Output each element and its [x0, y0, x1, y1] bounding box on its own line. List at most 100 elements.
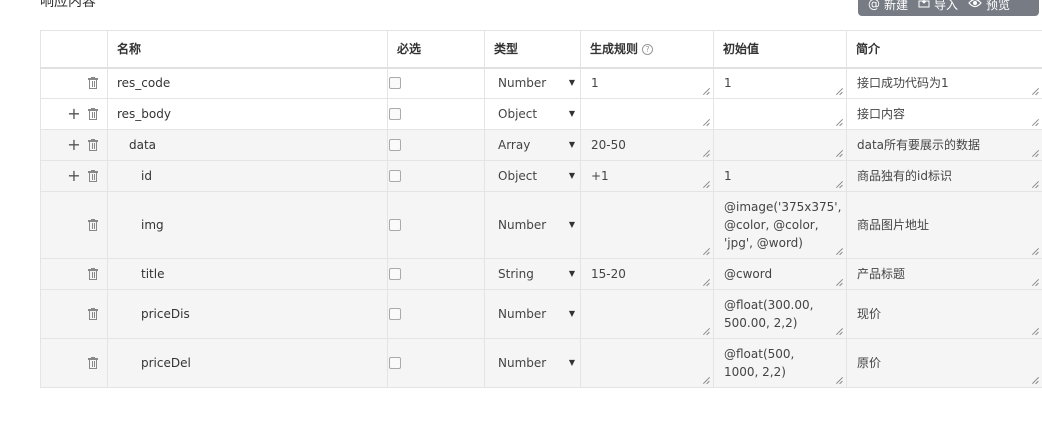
resize-grip-icon[interactable]	[1031, 278, 1039, 286]
initial-input[interactable]	[713, 129, 847, 161]
trash-icon[interactable]	[88, 77, 98, 90]
resize-grip-icon[interactable]	[702, 247, 710, 255]
initial-input[interactable]: @float(500, 1000, 2,2)	[713, 338, 847, 388]
name-cell[interactable]: priceDis	[107, 289, 388, 339]
rule-input[interactable]: 20-50	[580, 129, 714, 161]
header-rule-label: 生成规则	[590, 42, 639, 57]
initial-input[interactable]: 1	[713, 67, 847, 99]
resize-grip-icon[interactable]	[702, 149, 710, 157]
initial-value: 1	[724, 169, 732, 183]
type-value: Number	[498, 356, 547, 370]
type-select[interactable]: Array ▼	[484, 129, 581, 161]
resize-grip-icon[interactable]	[702, 376, 710, 384]
initial-input[interactable]: @image('375x375', @color, @color, 'jpg',…	[713, 191, 847, 259]
required-checkbox[interactable]	[389, 308, 401, 320]
desc-input[interactable]: data所有要展示的数据	[846, 129, 1042, 161]
type-select[interactable]: Number ▼	[484, 338, 581, 388]
rule-input[interactable]	[580, 338, 714, 388]
trash-icon[interactable]	[88, 219, 98, 231]
at-icon: @	[868, 0, 880, 11]
desc-input[interactable]: 接口成功代码为1	[846, 67, 1042, 99]
required-checkbox[interactable]	[389, 268, 401, 280]
desc-input[interactable]: 接口内容	[846, 98, 1042, 130]
type-select[interactable]: Number ▼	[484, 191, 581, 259]
name-cell[interactable]: img	[107, 191, 388, 259]
initial-input[interactable]: @float(300.00, 500.00, 2,2)	[713, 289, 847, 339]
initial-value: 1	[724, 76, 732, 91]
resize-grip-icon[interactable]	[835, 149, 843, 157]
name-cell[interactable]: title	[107, 258, 388, 290]
trash-icon[interactable]	[88, 108, 98, 120]
name-cell[interactable]: priceDel	[107, 338, 388, 388]
resize-grip-icon[interactable]	[835, 118, 843, 126]
type-select[interactable]: String ▼	[484, 258, 581, 290]
add-child-button[interactable]: +	[67, 168, 81, 184]
rule-value: 15-20	[591, 267, 626, 281]
type-select[interactable]: Number ▼	[484, 289, 581, 339]
trash-icon[interactable]	[88, 308, 98, 320]
rule-input[interactable]	[580, 289, 714, 339]
resize-grip-icon[interactable]	[1031, 118, 1039, 126]
resize-grip-icon[interactable]	[835, 278, 843, 286]
resize-grip-icon[interactable]	[835, 180, 843, 188]
header-ops	[40, 30, 108, 69]
section-title: 响应内容	[40, 0, 96, 10]
resize-grip-icon[interactable]	[835, 87, 843, 95]
add-child-button[interactable]: +	[67, 137, 81, 153]
desc-input[interactable]: 商品图片地址	[846, 191, 1042, 259]
desc-input[interactable]: 现价	[846, 289, 1042, 339]
desc-input[interactable]: 原价	[846, 338, 1042, 388]
table-row: + res_body Object ▼ 接口内容	[40, 98, 1042, 130]
resize-grip-icon[interactable]	[1031, 247, 1039, 255]
table-row: + id Object ▼ +1 1 商品独有的id标识	[40, 160, 1042, 192]
initial-input[interactable]: @cword	[713, 258, 847, 290]
resize-grip-icon[interactable]	[702, 327, 710, 335]
resize-grip-icon[interactable]	[1031, 376, 1039, 384]
response-params-table: 名称 必选 类型 生成规则? 初始值 简介 res_code Number ▼ 1 1 接…	[40, 30, 1042, 388]
desc-input[interactable]: 产品标题	[846, 258, 1042, 290]
required-checkbox[interactable]	[389, 357, 401, 369]
help-icon[interactable]: ?	[642, 44, 654, 56]
initial-input[interactable]	[713, 98, 847, 130]
required-checkbox[interactable]	[389, 139, 401, 151]
resize-grip-icon[interactable]	[835, 376, 843, 384]
preview-button[interactable]: 预览	[958, 0, 1010, 16]
type-select[interactable]: Object ▼	[484, 160, 581, 192]
trash-icon[interactable]	[88, 268, 98, 280]
import-button[interactable]: 导入	[908, 0, 958, 16]
initial-value: @float(300.00, 500.00, 2,2)	[724, 298, 814, 330]
new-button[interactable]: @ 新建	[858, 0, 908, 16]
resize-grip-icon[interactable]	[835, 327, 843, 335]
resize-grip-icon[interactable]	[702, 118, 710, 126]
caret-down-icon: ▼	[568, 358, 575, 368]
name-cell[interactable]: res_code	[107, 67, 388, 99]
resize-grip-icon[interactable]	[835, 247, 843, 255]
required-checkbox[interactable]	[389, 108, 401, 120]
name-cell[interactable]: res_body	[107, 98, 388, 130]
type-select[interactable]: Number ▼	[484, 67, 581, 99]
resize-grip-icon[interactable]	[1031, 87, 1039, 95]
name-cell[interactable]: id	[107, 160, 388, 192]
resize-grip-icon[interactable]	[702, 87, 710, 95]
rule-input[interactable]: +1	[580, 160, 714, 192]
trash-icon[interactable]	[88, 357, 98, 369]
resize-grip-icon[interactable]	[1031, 180, 1039, 188]
resize-grip-icon[interactable]	[702, 180, 710, 188]
initial-input[interactable]: 1	[713, 160, 847, 192]
trash-icon[interactable]	[88, 139, 98, 151]
type-select[interactable]: Object ▼	[484, 98, 581, 130]
name-cell[interactable]: data	[107, 129, 388, 161]
resize-grip-icon[interactable]	[1031, 149, 1039, 157]
rule-input[interactable]: 1	[580, 67, 714, 99]
rule-input[interactable]	[580, 191, 714, 259]
required-checkbox[interactable]	[389, 170, 401, 182]
rule-input[interactable]	[580, 98, 714, 130]
resize-grip-icon[interactable]	[702, 278, 710, 286]
required-checkbox[interactable]	[389, 219, 401, 231]
trash-icon[interactable]	[88, 170, 98, 182]
required-checkbox[interactable]	[389, 77, 401, 90]
rule-input[interactable]: 15-20	[580, 258, 714, 290]
desc-input[interactable]: 商品独有的id标识	[846, 160, 1042, 192]
add-child-button[interactable]: +	[67, 106, 81, 122]
resize-grip-icon[interactable]	[1031, 327, 1039, 335]
